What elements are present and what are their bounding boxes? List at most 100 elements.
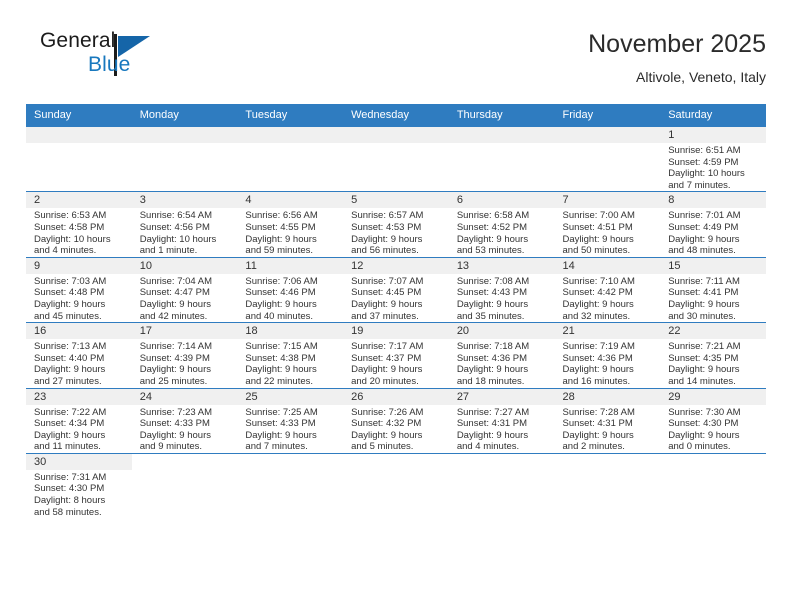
calendar-empty-cell — [237, 125, 344, 192]
sunrise-time: Sunrise: 7:14 AM — [139, 341, 213, 353]
general-blue-logo: General Blue — [26, 28, 246, 88]
day-number — [237, 127, 344, 143]
day-number: 14 — [554, 257, 661, 274]
day-number: 23 — [26, 388, 132, 405]
day-number: 22 — [660, 323, 766, 340]
sunrise-time: Sunrise: 7:23 AM — [139, 406, 213, 418]
calendar-day-cell[interactable]: 11 Sunrise: 7:06 AM Sunset: 4:46 PM Dayligh… — [237, 256, 344, 323]
calendar-day-cell[interactable]: 29 Sunrise: 7:30 AM Sunset: 4:30 PM Dayligh… — [660, 387, 766, 454]
weekday-header-row: Sunday Monday Tuesday Wednesday Thursday… — [26, 104, 766, 127]
daylight-line-1: Daylight: 9 hours — [562, 298, 634, 310]
calendar-day-cell[interactable]: 14 Sunrise: 7:10 AM Sunset: 4:42 PM Dayligh… — [554, 256, 661, 323]
day-details: Sunrise: 7:31 AM Sunset: 4:30 PM Daylight:… — [26, 470, 132, 518]
sunrise-time: Sunrise: 7:03 AM — [34, 275, 107, 287]
calendar-day-cell[interactable]: 2 Sunrise: 6:53 AM Sunset: 4:58 PM Daylight… — [26, 191, 132, 258]
daylight-line-1: Daylight: 10 hours — [668, 168, 745, 180]
daylight-line-2: and 4 minutes. — [456, 441, 520, 453]
daylight-line-2: and 53 minutes. — [456, 245, 525, 257]
calendar-day-cell[interactable]: 16 Sunrise: 7:13 AM Sunset: 4:40 PM Dayligh… — [26, 322, 132, 388]
day-details: Sunrise: 7:14 AM Sunset: 4:39 PM Daylight:… — [132, 339, 238, 387]
day-number: 21 — [554, 323, 661, 340]
weekday-header-saturday: Saturday — [660, 104, 766, 127]
day-number: 26 — [343, 388, 449, 405]
calendar-day-cell[interactable]: 25 Sunrise: 7:25 AM Sunset: 4:33 PM Dayligh… — [237, 387, 344, 454]
daylight-line-2: and 42 minutes. — [139, 310, 208, 322]
sunrise-time: Sunrise: 7:11 AM — [668, 275, 740, 287]
daylight-line-1: Daylight: 10 hours — [34, 233, 111, 245]
sunrise-time: Sunrise: 7:04 AM — [139, 275, 213, 287]
sunrise-time: Sunrise: 6:58 AM — [456, 210, 530, 222]
daylight-line-1: Daylight: 10 hours — [139, 233, 217, 245]
calendar-empty-cell — [237, 452, 344, 519]
calendar-day-cell[interactable]: 9 Sunrise: 7:03 AM Sunset: 4:48 PM Daylight… — [26, 256, 132, 323]
calendar-day-cell[interactable]: 30 Sunrise: 7:31 AM Sunset: 4:30 PM Dayligh… — [26, 452, 132, 519]
calendar-day-cell[interactable]: 22 Sunrise: 7:21 AM Sunset: 4:35 PM Dayligh… — [660, 322, 766, 388]
day-number: 6 — [448, 192, 555, 209]
day-details: Sunrise: 7:07 AM Sunset: 4:45 PM Daylight:… — [343, 274, 449, 322]
daylight-line-1: Daylight: 9 hours — [351, 364, 423, 376]
day-number — [660, 453, 766, 470]
day-number — [448, 453, 555, 470]
daylight-line-1: Daylight: 9 hours — [668, 364, 740, 376]
day-number: 1 — [660, 127, 766, 143]
calendar-day-cell[interactable]: 15 Sunrise: 7:11 AM Sunset: 4:41 PM Dayligh… — [660, 256, 766, 323]
calendar-day-cell[interactable]: 24 Sunrise: 7:23 AM Sunset: 4:33 PM Dayligh… — [131, 387, 238, 454]
sunrise-time: Sunrise: 6:51 AM — [668, 145, 741, 156]
calendar-day-cell[interactable]: 21 Sunrise: 7:19 AM Sunset: 4:36 PM Dayligh… — [554, 322, 661, 388]
daylight-line-1: Daylight: 9 hours — [668, 298, 740, 310]
page-header: General Blue November 2025 Altivole, Ven… — [26, 28, 766, 100]
daylight-line-1: Daylight: 9 hours — [562, 233, 634, 245]
calendar-day-cell[interactable]: 27 Sunrise: 7:27 AM Sunset: 4:31 PM Dayligh… — [448, 387, 555, 454]
location-subtitle: Altivole, Veneto, Italy — [636, 69, 766, 85]
sunrise-time: Sunrise: 7:07 AM — [351, 275, 424, 287]
sunset-time: Sunset: 4:56 PM — [139, 221, 210, 233]
calendar-day-cell[interactable]: 26 Sunrise: 7:26 AM Sunset: 4:32 PM Dayligh… — [343, 387, 449, 454]
sunrise-time: Sunrise: 7:25 AM — [245, 406, 318, 418]
calendar-day-cell[interactable]: 28 Sunrise: 7:28 AM Sunset: 4:31 PM Dayligh… — [554, 387, 661, 454]
calendar-day-cell[interactable]: 5 Sunrise: 6:57 AM Sunset: 4:53 PM Daylight… — [343, 191, 449, 258]
calendar-day-cell[interactable]: 18 Sunrise: 7:15 AM Sunset: 4:38 PM Dayligh… — [237, 322, 344, 388]
sunset-time: Sunset: 4:51 PM — [562, 221, 633, 233]
calendar-day-cell[interactable]: 10 Sunrise: 7:04 AM Sunset: 4:47 PM Dayligh… — [131, 256, 238, 323]
logo-text-blue: Blue — [88, 53, 131, 76]
calendar-day-cell[interactable]: 6 Sunrise: 6:58 AM Sunset: 4:52 PM Daylight… — [448, 191, 555, 258]
calendar-day-cell[interactable]: 19 Sunrise: 7:17 AM Sunset: 4:37 PM Dayligh… — [343, 322, 449, 388]
calendar-day-cell[interactable]: 23 Sunrise: 7:22 AM Sunset: 4:34 PM Dayligh… — [26, 387, 132, 454]
day-details: Sunrise: 7:10 AM Sunset: 4:42 PM Daylight:… — [555, 274, 661, 322]
sunset-time: Sunset: 4:34 PM — [34, 418, 105, 430]
sunrise-time: Sunrise: 7:00 AM — [562, 210, 635, 222]
calendar-day-cell[interactable]: 17 Sunrise: 7:14 AM Sunset: 4:39 PM Dayligh… — [131, 322, 238, 388]
day-details: Sunrise: 7:13 AM Sunset: 4:40 PM Daylight:… — [26, 339, 132, 387]
calendar-week-row: 16 Sunrise: 7:13 AM Sunset: 4:40 PM Dayligh… — [26, 322, 766, 388]
calendar-day-cell[interactable]: 7 Sunrise: 7:00 AM Sunset: 4:51 PM Daylight… — [554, 191, 661, 258]
day-details: Sunrise: 7:17 AM Sunset: 4:37 PM Daylight:… — [343, 339, 449, 387]
daylight-line-2: and 1 minute. — [139, 245, 198, 257]
calendar-day-cell[interactable]: 8 Sunrise: 7:01 AM Sunset: 4:49 PM Daylight… — [660, 191, 766, 258]
day-details: Sunrise: 7:03 AM Sunset: 4:48 PM Daylight:… — [26, 274, 132, 322]
sunrise-time: Sunrise: 7:27 AM — [456, 406, 530, 418]
day-details: Sunrise: 7:15 AM Sunset: 4:38 PM Daylight:… — [237, 339, 343, 387]
calendar-week-row: 23 Sunrise: 7:22 AM Sunset: 4:34 PM Dayligh… — [26, 387, 766, 454]
sunset-time: Sunset: 4:55 PM — [245, 221, 316, 233]
calendar-day-cell[interactable]: 3 Sunrise: 6:54 AM Sunset: 4:56 PM Daylight… — [131, 191, 238, 258]
daylight-line-2: and 45 minutes. — [34, 310, 102, 322]
sunrise-time: Sunrise: 6:56 AM — [245, 210, 318, 222]
calendar-empty-cell — [554, 125, 661, 192]
calendar-day-cell[interactable]: 20 Sunrise: 7:18 AM Sunset: 4:36 PM Dayligh… — [448, 322, 555, 388]
day-number: 9 — [26, 257, 132, 274]
daylight-line-1: Daylight: 9 hours — [456, 364, 529, 376]
calendar-day-cell[interactable]: 4 Sunrise: 6:56 AM Sunset: 4:55 PM Daylight… — [237, 191, 344, 258]
day-number: 2 — [26, 192, 132, 209]
day-number: 27 — [448, 388, 555, 405]
daylight-line-2: and 58 minutes. — [34, 506, 102, 518]
day-details: Sunrise: 7:23 AM Sunset: 4:33 PM Daylight:… — [132, 405, 238, 453]
calendar-day-cell[interactable]: 13 Sunrise: 7:08 AM Sunset: 4:43 PM Dayligh… — [448, 256, 555, 323]
daylight-line-1: Daylight: 9 hours — [139, 364, 211, 376]
day-details: Sunrise: 6:51 AM Sunset: 4:59 PM Daylight:… — [660, 143, 766, 191]
calendar-day-cell[interactable]: 1 Sunrise: 6:51 AM Sunset: 4:59 PM Daylight… — [660, 125, 766, 192]
calendar-empty-cell — [448, 125, 555, 192]
day-number: 28 — [554, 388, 661, 405]
calendar-empty-cell — [554, 452, 661, 519]
daylight-line-1: Daylight: 9 hours — [245, 364, 317, 376]
calendar-day-cell[interactable]: 12 Sunrise: 7:07 AM Sunset: 4:45 PM Dayligh… — [343, 256, 449, 323]
